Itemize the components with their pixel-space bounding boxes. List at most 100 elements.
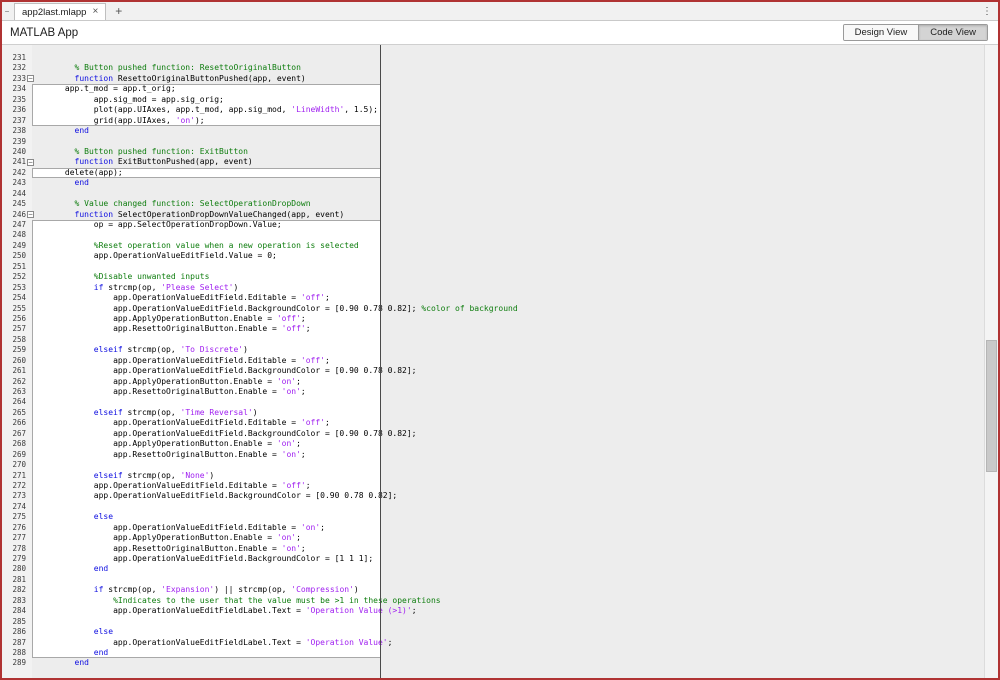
code-line[interactable]: 286 else [2, 627, 984, 638]
code-line[interactable]: 253 if strcmp(op, 'Please Select') [2, 282, 984, 294]
line-number[interactable]: 279 [2, 554, 26, 564]
line-number[interactable]: 272 [2, 481, 26, 491]
close-icon[interactable]: × [92, 7, 98, 17]
code-line[interactable]: 264 [2, 397, 984, 408]
line-number[interactable]: 235 [2, 95, 26, 105]
code-line[interactable]: 267 app.OperationValueEditField.Backgrou… [2, 428, 984, 440]
code-line[interactable]: 272 app.OperationValueEditField.Editable… [2, 480, 984, 492]
line-number[interactable]: 285 [2, 617, 26, 627]
line-number[interactable]: 248 [2, 230, 26, 240]
code-line[interactable]: 274 [2, 501, 984, 513]
new-tab-button[interactable]: + [106, 2, 131, 20]
line-number[interactable]: 243 [2, 178, 26, 188]
code-line[interactable]: 249 %Reset operation value when a new op… [2, 240, 984, 252]
design-view-button[interactable]: Design View [843, 25, 919, 40]
line-number[interactable]: 252 [2, 272, 26, 282]
code-line[interactable]: 289 end [2, 658, 984, 668]
tab-app2last-mlapp[interactable]: app2last.mlapp × [14, 3, 107, 20]
line-number[interactable]: 281 [2, 575, 26, 585]
line-number[interactable]: 288 [2, 648, 26, 658]
line-number[interactable]: 231 [2, 53, 26, 63]
code-line[interactable]: 262 app.ApplyOperationButton.Enable = 'o… [2, 376, 984, 387]
code-line[interactable]: 276 app.OperationValueEditField.Editable… [2, 522, 984, 534]
code-line[interactable]: 235 app.sig_mod = app.sig_orig; [2, 94, 984, 106]
code-line[interactable]: 270 [2, 460, 984, 471]
line-number[interactable]: 264 [2, 397, 26, 407]
code-line[interactable]: 258 [2, 334, 984, 346]
line-number[interactable]: 268 [2, 439, 26, 449]
line-number[interactable]: 258 [2, 335, 26, 345]
line-number[interactable]: 233 [2, 74, 26, 84]
line-number[interactable]: 236 [2, 105, 26, 115]
code-line[interactable]: 273 app.OperationValueEditField.Backgrou… [2, 491, 984, 502]
code-line[interactable]: 275 else [2, 512, 984, 523]
line-number[interactable]: 246 [2, 210, 26, 220]
code-line[interactable]: 259 elseif strcmp(op, 'To Discrete') [2, 345, 984, 356]
vertical-scrollbar[interactable] [984, 45, 998, 678]
line-number[interactable]: 234 [2, 84, 26, 94]
line-number[interactable]: 270 [2, 460, 26, 470]
line-number[interactable]: 232 [2, 63, 26, 73]
fold-collapse-icon[interactable]: − [27, 211, 34, 219]
line-number[interactable]: 271 [2, 471, 26, 481]
code-line[interactable]: 268 app.ApplyOperationButton.Enable = 'o… [2, 439, 984, 450]
line-number[interactable]: 237 [2, 116, 26, 126]
line-number[interactable]: 247 [2, 220, 26, 230]
line-number[interactable]: 278 [2, 544, 26, 554]
code-line[interactable]: 236 plot(app.UIAxes, app.t_mod, app.sig_… [2, 105, 984, 116]
code-line[interactable]: 244 [2, 189, 984, 199]
code-line[interactable]: 288 end [2, 647, 984, 659]
code-editor[interactable]: 231 232 % Button pushed function: Resetto… [2, 45, 998, 678]
line-number[interactable]: 263 [2, 387, 26, 397]
line-number[interactable]: 254 [2, 293, 26, 303]
code-line[interactable]: 238 end [2, 126, 984, 136]
code-line[interactable]: 245 % Value changed function: SelectOper… [2, 199, 984, 209]
code-line[interactable]: 281 [2, 574, 984, 586]
code-line[interactable]: 255 app.OperationValueEditField.Backgrou… [2, 303, 984, 314]
minimize-icon[interactable]: − [2, 2, 12, 20]
code-line[interactable]: 269 app.ResettoOriginalButton.Enable = '… [2, 449, 984, 461]
line-number[interactable]: 289 [2, 658, 26, 668]
code-line[interactable]: 237 grid(app.UIAxes, 'on'); [2, 115, 984, 127]
line-number[interactable]: 273 [2, 491, 26, 501]
line-number[interactable]: 259 [2, 345, 26, 355]
code-view-button[interactable]: Code View [918, 25, 987, 40]
line-number[interactable]: 242 [2, 168, 26, 178]
line-number[interactable]: 239 [2, 137, 26, 147]
code-line[interactable]: 240 % Button pushed function: ExitButton [2, 147, 984, 157]
code-line[interactable]: 287 app.OperationValueEditFieldLabel.Tex… [2, 637, 984, 648]
code-line[interactable]: 252 %Disable unwanted inputs [2, 272, 984, 283]
code-line[interactable]: 265 elseif strcmp(op, 'Time Reversal') [2, 407, 984, 419]
overflow-menu-icon[interactable]: ⋮ [979, 2, 995, 20]
fold-collapse-icon[interactable]: − [27, 75, 34, 83]
code-line[interactable]: 247 op = app.SelectOperationDropDown.Val… [2, 220, 984, 231]
code-line[interactable]: 256 app.ApplyOperationButton.Enable = 'o… [2, 313, 984, 325]
line-number[interactable]: 286 [2, 627, 26, 637]
line-number[interactable]: 276 [2, 523, 26, 533]
code-line[interactable]: 248 [2, 230, 984, 241]
line-number[interactable]: 282 [2, 585, 26, 595]
line-number[interactable]: 280 [2, 564, 26, 574]
line-number[interactable]: 277 [2, 533, 26, 543]
code-line[interactable]: 239 [2, 137, 984, 147]
code-line[interactable]: 241− function ExitButtonPushed(app, even… [2, 157, 984, 167]
line-number[interactable]: 249 [2, 241, 26, 251]
line-number[interactable]: 283 [2, 596, 26, 606]
code-line[interactable]: 271 elseif strcmp(op, 'None') [2, 470, 984, 481]
code-line[interactable]: 282 if strcmp(op, 'Expansion') || strcmp… [2, 585, 984, 596]
code-line[interactable]: 263 app.ResettoOriginalButton.Enable = '… [2, 387, 984, 398]
code-line[interactable]: 250 app.OperationValueEditField.Value = … [2, 251, 984, 262]
code-line[interactable]: 260 app.OperationValueEditField.Editable… [2, 355, 984, 367]
line-number[interactable]: 251 [2, 262, 26, 272]
line-number[interactable]: 241 [2, 157, 26, 167]
code-line[interactable]: 266 app.OperationValueEditField.Editable… [2, 418, 984, 429]
code-line[interactable]: 280 end [2, 564, 984, 575]
line-number[interactable]: 255 [2, 304, 26, 314]
code-line[interactable]: 278 app.ResettoOriginalButton.Enable = '… [2, 543, 984, 554]
code-line[interactable]: 257 app.ResettoOriginalButton.Enable = '… [2, 324, 984, 335]
code-line[interactable]: 279 app.OperationValueEditField.Backgrou… [2, 554, 984, 565]
scrollbar-thumb[interactable] [986, 340, 997, 472]
code-line[interactable]: 283 %Indicates to the user that the valu… [2, 595, 984, 607]
code-line[interactable]: 277 app.ApplyOperationButton.Enable = 'o… [2, 533, 984, 544]
line-number[interactable]: 260 [2, 356, 26, 366]
